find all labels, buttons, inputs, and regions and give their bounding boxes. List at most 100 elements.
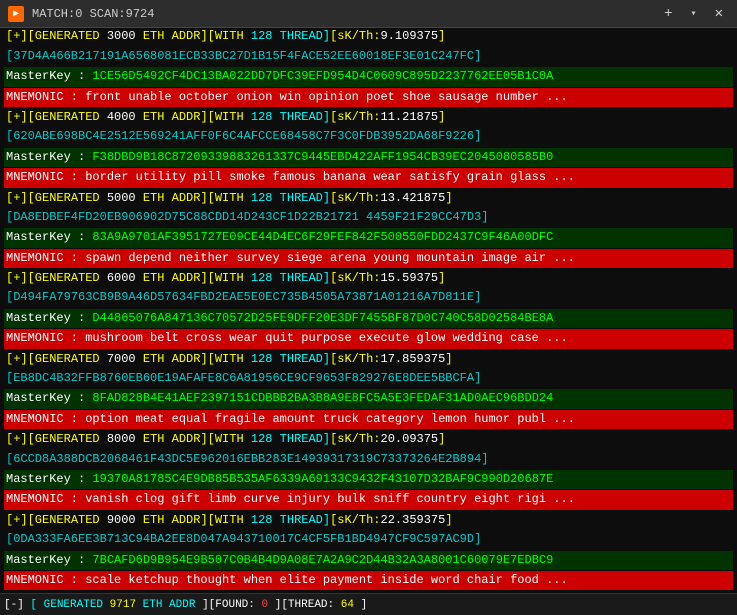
masterkey-value: F38DBD9B18C87209339883261337C9445EBD422A…	[92, 150, 553, 164]
generated-part: 3000	[100, 29, 143, 43]
masterkey-value: D44865076A847136C70572D25FE9DFF20E3DF745…	[92, 311, 553, 325]
masterkey-label: MasterKey :	[6, 150, 92, 164]
status-found-value: 0	[262, 599, 269, 611]
generated-part: ][WITH	[200, 271, 250, 285]
generated-part: ]	[323, 29, 330, 43]
masterkey-label: MasterKey :	[6, 311, 92, 325]
generated-part: 8000	[100, 432, 143, 446]
generated-part: ]	[438, 432, 445, 446]
generated-part: 9.109375	[381, 29, 439, 43]
generated-part: 7000	[100, 352, 143, 366]
generated-part: 9000	[100, 513, 143, 527]
status-thread-value: 64	[341, 599, 354, 611]
generated-part: 128 THREAD	[251, 513, 323, 527]
generated-part: [GENERATED	[28, 513, 100, 527]
status-suffix: ]	[361, 599, 368, 611]
masterkey-line: MasterKey : 83A9A9701AF3951727E09CE44D4E…	[4, 228, 733, 247]
generated-part: [sK/Th:	[330, 191, 380, 205]
status-found-label: ][FOUND:	[202, 599, 255, 611]
status-prefix: [-]	[4, 599, 24, 611]
generated-part: [sK/Th:	[330, 271, 380, 285]
generated-part: 128 THREAD	[251, 352, 323, 366]
generated-line: [+][GENERATED 8000 ETH ADDR][WITH 128 TH…	[4, 430, 733, 449]
generated-part: [sK/Th:	[330, 110, 380, 124]
generated-part: ][WITH	[200, 191, 250, 205]
generated-part: ]	[323, 432, 330, 446]
generated-part: [+]	[6, 352, 28, 366]
status-bar: [-] [ GENERATED 9717 ETH ADDR ][FOUND: 0…	[0, 593, 737, 615]
status-thread-label: ][THREAD:	[275, 599, 334, 611]
generated-part: 128 THREAD	[251, 191, 323, 205]
masterkey-value: 8FAD828B4E41AEF2397151CDBBB2BA3B8A9E8FC5…	[92, 391, 553, 405]
masterkey-label: MasterKey :	[6, 391, 92, 405]
generated-part: [+]	[6, 191, 28, 205]
generated-part: [GENERATED	[28, 432, 100, 446]
generated-part: [+]	[6, 29, 28, 43]
masterkey-label: MasterKey :	[6, 553, 92, 567]
generated-part: 15.59375	[381, 271, 439, 285]
generated-part: ][WITH	[200, 352, 250, 366]
masterkey-line: MasterKey : 8FAD828B4E41AEF2397151CDBBB2…	[4, 389, 733, 408]
generated-part: ]	[445, 352, 452, 366]
masterkey-label: MasterKey :	[6, 69, 92, 83]
generated-part: ][WITH	[200, 513, 250, 527]
generated-part: ]	[445, 513, 452, 527]
generated-part: 128 THREAD	[251, 110, 323, 124]
masterkey-line: MasterKey : F38DBD9B18C87209339883261337…	[4, 148, 733, 167]
generated-part: [GENERATED	[28, 352, 100, 366]
generated-part: 128 THREAD	[251, 432, 323, 446]
generated-part: ]	[323, 271, 330, 285]
masterkey-line: MasterKey : D44865076A847136C70572D25FE9…	[4, 309, 733, 328]
masterkey-value: 7BCAFD6D9B954E9B507C0B4B4D9A08E7A2A9C2D4…	[92, 553, 553, 567]
generated-part: 17.859375	[381, 352, 446, 366]
generated-part: ]	[438, 29, 445, 43]
new-tab-button[interactable]: +	[658, 4, 678, 24]
generated-part: ][WITH	[200, 29, 250, 43]
generated-part: ]	[323, 513, 330, 527]
generated-line: [+][GENERATED 6000 ETH ADDR][WITH 128 TH…	[4, 269, 733, 288]
generated-part: 11.21875	[381, 110, 439, 124]
title-bar: ▶ MATCH:0 SCAN:9724 + ▾ ✕	[0, 0, 737, 28]
generated-part: ETH ADDR	[143, 29, 201, 43]
status-generated-label: [ GENERATED	[30, 599, 109, 611]
hash-line: [DA8EDBEF4FD20EB906902D75C88CDD14D243CF1…	[4, 208, 733, 227]
generated-part: [+]	[6, 110, 28, 124]
masterkey-label: MasterKey :	[6, 472, 92, 486]
generated-part: [sK/Th:	[330, 513, 380, 527]
generated-part: 22.359375	[381, 513, 446, 527]
hash-line: [620ABE698BC4E2512E569241AFF0F6C4AFCCE68…	[4, 127, 733, 146]
close-button[interactable]: ✕	[709, 3, 729, 24]
generated-part: ]	[323, 191, 330, 205]
title-bar-text: MATCH:0 SCAN:9724	[32, 7, 650, 21]
generated-part: [GENERATED	[28, 191, 100, 205]
generated-part: ]	[438, 110, 445, 124]
hash-line: [37D4A466B217191A6568081ECB33BC27D1B15F4…	[4, 47, 733, 66]
masterkey-line: MasterKey : 1CE56D5492CF4DC13BA022DD7DFC…	[4, 67, 733, 86]
generated-part: [+]	[6, 513, 28, 527]
mnemonic-line: MNEMONIC : scale ketchup thought when el…	[4, 571, 733, 590]
generated-part: [GENERATED	[28, 271, 100, 285]
masterkey-value: 1CE56D5492CF4DC13BA022DD7DFC39EFD954D4C0…	[92, 69, 553, 83]
generated-part: [GENERATED	[28, 29, 100, 43]
generated-part: [+]	[6, 271, 28, 285]
generated-part: [sK/Th:	[330, 352, 380, 366]
generated-part: ][WITH	[200, 432, 250, 446]
hash-line: [D494FA79763CB9B9A46D57634FBD2EAE5E0EC73…	[4, 288, 733, 307]
mnemonic-line: MNEMONIC : mushroom belt cross wear quit…	[4, 329, 733, 348]
generated-part: [+]	[6, 432, 28, 446]
generated-part: 13.421875	[381, 191, 446, 205]
generated-part: ]	[323, 352, 330, 366]
generated-part: 128 THREAD	[251, 271, 323, 285]
generated-part: ETH ADDR	[143, 191, 201, 205]
hash-line: [0DA333FA6EE3B713C94BA2EE8D047A943710017…	[4, 530, 733, 549]
generated-part: 20.09375	[381, 432, 439, 446]
mnemonic-line: MNEMONIC : border utility pill smoke fam…	[4, 168, 733, 187]
generated-part: 5000	[100, 191, 143, 205]
masterkey-value: 83A9A9701AF3951727E09CE44D4EC6F29FEF842F…	[92, 230, 553, 244]
tab-dropdown-button[interactable]: ▾	[687, 6, 701, 22]
generated-part: ]	[438, 271, 445, 285]
generated-part: 6000	[100, 271, 143, 285]
generated-part: ]	[323, 110, 330, 124]
masterkey-line: MasterKey : 19370A81785C4E9DB85B535AF633…	[4, 470, 733, 489]
masterkey-value: 19370A81785C4E9DB85B535AF6339A69133C9432…	[92, 472, 553, 486]
